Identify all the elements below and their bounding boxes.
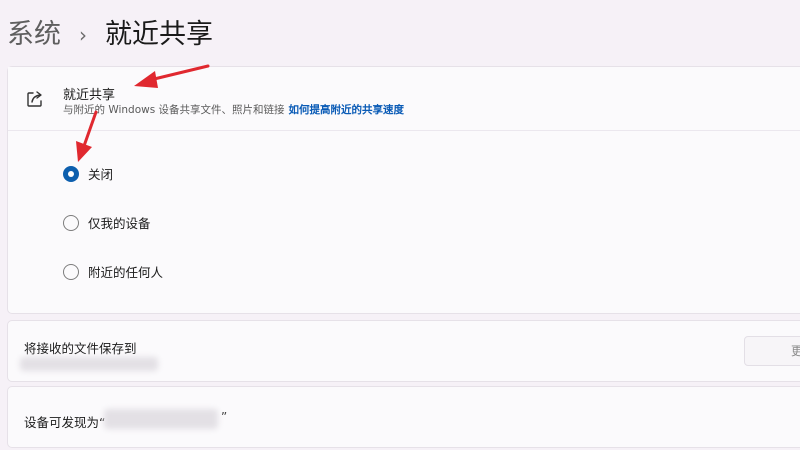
radio-option-my-devices[interactable]: 仅我的设备 (63, 213, 151, 232)
nearby-sharing-title: 就近共享 (63, 88, 116, 103)
radio-button[interactable] (63, 214, 79, 231)
nearby-sharing-card: 就近共享 与附近的 Windows 设备共享文件、照片和链接 如何提高附近的共享速… (7, 66, 800, 314)
page-title: 就近共享 (105, 18, 213, 50)
breadcrumb-parent-system[interactable]: 系统 (7, 21, 61, 48)
radio-label-everyone-nearby: 附近的任何人 (88, 265, 164, 280)
nearby-sharing-description: 与附近的 Windows 设备共享文件、照片和链接 如何提高附近的共享速度 (63, 102, 404, 117)
radio-button[interactable] (63, 263, 79, 280)
redacted-device-name (104, 409, 218, 429)
redacted-path (20, 357, 158, 371)
radio-label-off: 关闭 (88, 167, 114, 182)
radio-option-everyone-nearby[interactable]: 附近的任何人 (63, 262, 163, 281)
change-location-button[interactable]: 更 (744, 336, 800, 366)
radio-option-off[interactable]: 关闭 (63, 164, 113, 183)
nearby-sharing-header: 就近共享 与附近的 Windows 设备共享文件、照片和链接 如何提高附近的共享速… (8, 67, 800, 131)
improve-speed-link[interactable]: 如何提高附近的共享速度 (289, 104, 405, 116)
radio-label-my-devices: 仅我的设备 (88, 216, 151, 231)
breadcrumb-separator-icon: › (79, 23, 87, 47)
share-icon (27, 91, 42, 107)
discoverable-closing-quote: ” (221, 410, 228, 424)
save-location-label: 将接收的文件保存到 (24, 341, 137, 356)
breadcrumb: 系统 › 就近共享 (7, 14, 213, 54)
discoverable-label: 设备可发现为“ (24, 415, 106, 430)
nearby-sharing-description-text: 与附近的 Windows 设备共享文件、照片和链接 (63, 104, 285, 116)
discoverable-name-card: 设备可发现为“ ” (7, 386, 800, 448)
radio-button-checked[interactable] (63, 165, 79, 182)
save-location-card: 将接收的文件保存到 更 (7, 320, 800, 382)
